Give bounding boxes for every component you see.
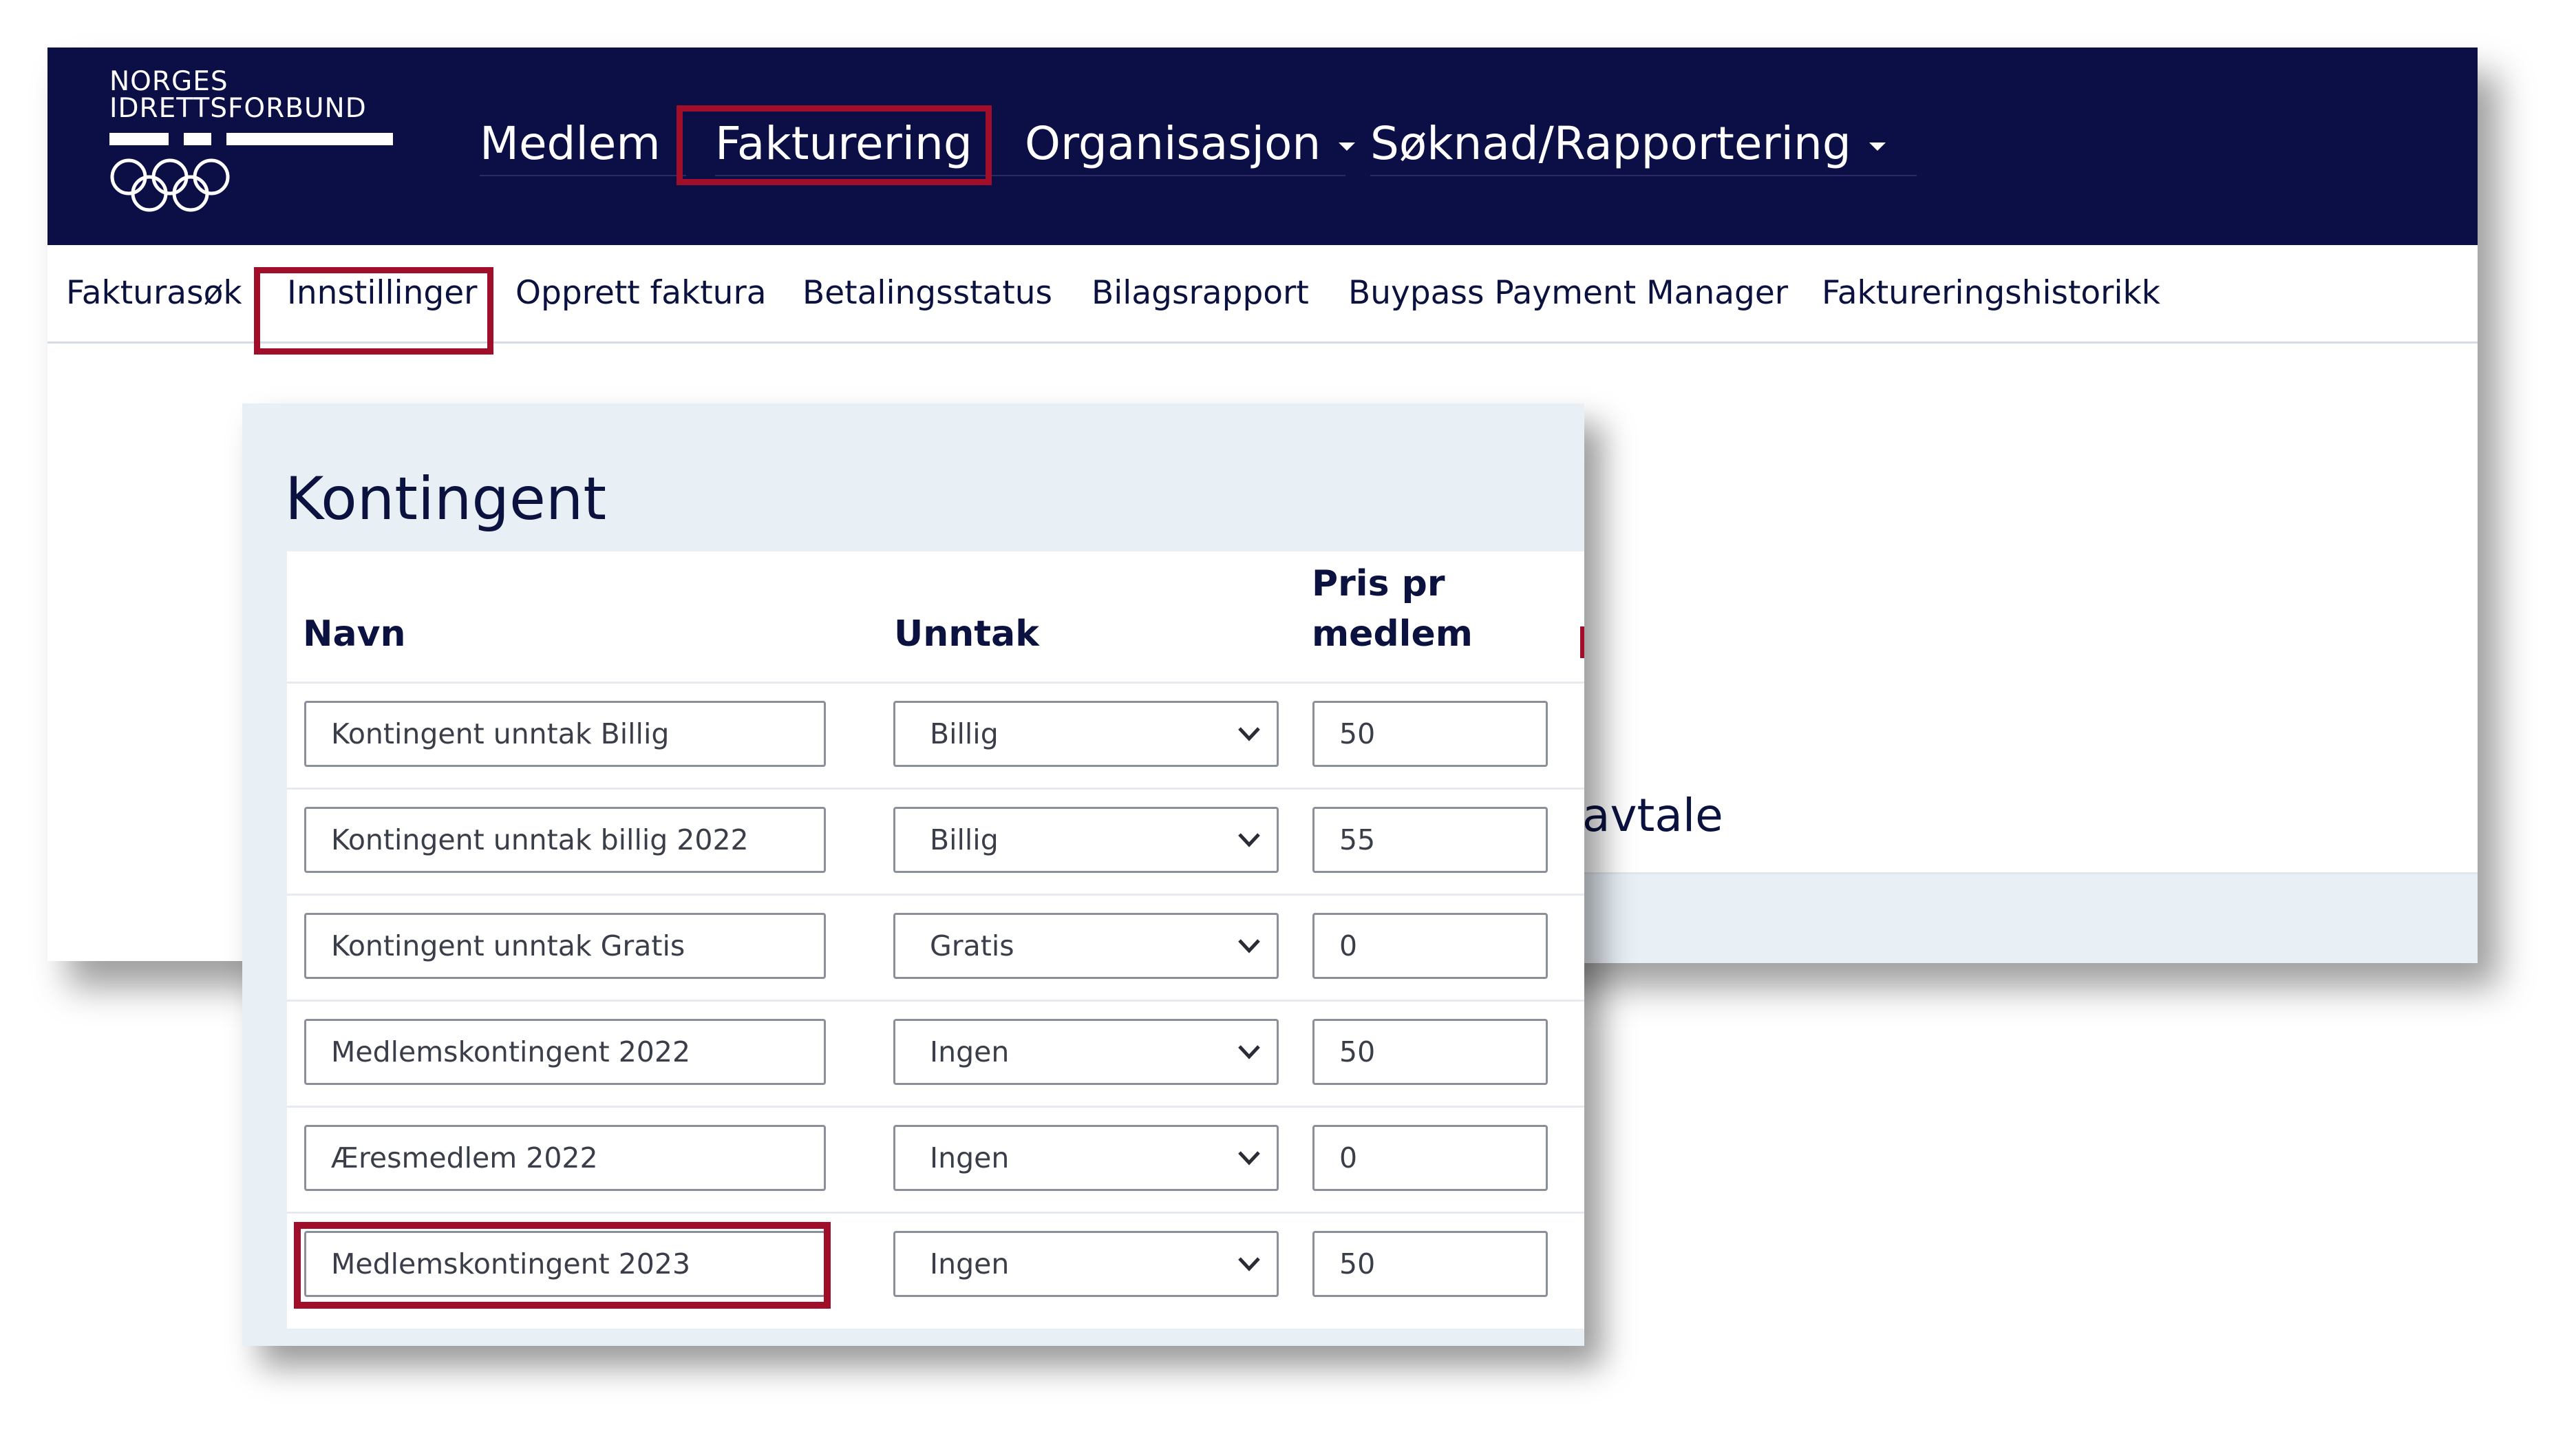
nif-logo[interactable]: NORGES IDRETTSFORBUND xyxy=(109,66,393,220)
nav-fakturering-highlight-box xyxy=(677,105,992,185)
navn-input[interactable] xyxy=(304,1019,826,1085)
pris-input[interactable] xyxy=(1312,701,1548,767)
olympic-rings-icon xyxy=(110,158,230,212)
table-row: Ingen xyxy=(287,1000,1584,1108)
unntak-select[interactable]: Ingen xyxy=(893,1231,1279,1297)
background-band xyxy=(1527,872,2478,963)
unntak-select-value: Ingen xyxy=(930,1035,1010,1068)
panel-title: Kontingent xyxy=(285,465,607,534)
table-row: Ingen xyxy=(287,1106,1584,1214)
navn-input[interactable] xyxy=(304,913,826,979)
nav-soknad-label: Søknad/Rapportering xyxy=(1370,117,1851,170)
chevron-down-icon xyxy=(1238,939,1260,953)
subnav-betalingsstatus[interactable]: Betalingsstatus xyxy=(802,273,1052,314)
subnav-fakturasok[interactable]: Fakturasøk xyxy=(66,273,242,314)
nav-soknad-rapportering[interactable]: Søknad/Rapportering xyxy=(1370,113,1917,176)
unntak-select-value: Ingen xyxy=(930,1247,1010,1280)
table-row: Billig xyxy=(287,682,1584,790)
sub-navigation: Fakturasøk Innstillinger Opprett faktura… xyxy=(47,245,2478,355)
unntak-select-value: Billig xyxy=(930,717,999,750)
subnav-faktureringshistorikk[interactable]: Faktureringshistorikk xyxy=(1822,273,2160,314)
column-header-pris-line2: medlem xyxy=(1312,613,1473,655)
chevron-down-icon xyxy=(1238,833,1260,847)
table-row: Gratis xyxy=(287,894,1584,1002)
nav-organisasjon[interactable]: Organisasjon xyxy=(1025,113,1356,176)
subnav-bilagsrapport[interactable]: Bilagsrapport xyxy=(1092,273,1309,314)
nav-organisasjon-label: Organisasjon xyxy=(1025,117,1321,170)
column-header-unntak: Unntak xyxy=(894,613,1039,655)
unntak-select[interactable]: Billig xyxy=(893,701,1279,767)
clipped-column-header-mark xyxy=(1580,626,1584,658)
chevron-down-icon xyxy=(1238,727,1260,741)
kontingent-table: Navn Unntak Pris pr medlem Billig Billig xyxy=(287,551,1584,1329)
row-medlemskontingent-2023-highlight-box xyxy=(294,1222,831,1309)
pris-input[interactable] xyxy=(1312,1125,1548,1191)
unntak-select[interactable]: Ingen xyxy=(893,1125,1279,1191)
chevron-down-icon xyxy=(1238,1045,1260,1059)
unntak-select-value: Billig xyxy=(930,823,999,856)
logo-text-line2: IDRETTSFORBUND xyxy=(109,93,367,124)
subnav-innstillinger-highlight-box xyxy=(254,267,493,355)
nav-medlem[interactable]: Medlem xyxy=(480,113,686,176)
pris-input[interactable] xyxy=(1312,1231,1548,1297)
unntak-select[interactable]: Gratis xyxy=(893,913,1279,979)
column-header-navn: Navn xyxy=(303,613,406,655)
chevron-down-icon xyxy=(1238,1257,1260,1272)
pris-input[interactable] xyxy=(1312,913,1548,979)
navn-input[interactable] xyxy=(304,807,826,873)
column-header-pris-line1: Pris pr xyxy=(1312,563,1445,604)
table-row: Billig xyxy=(287,788,1584,896)
subnav-opprett-faktura[interactable]: Opprett faktura xyxy=(515,273,767,314)
subnav-buypass-payment-manager[interactable]: Buypass Payment Manager xyxy=(1348,273,1788,314)
navn-input[interactable] xyxy=(304,1125,826,1191)
logo-bars xyxy=(109,133,393,145)
unntak-select-value: Ingen xyxy=(930,1141,1010,1174)
unntak-select[interactable]: Ingen xyxy=(893,1019,1279,1085)
caret-down-icon xyxy=(1339,142,1356,151)
caret-down-icon xyxy=(1869,142,1886,151)
kontingent-panel: Kontingent Navn Unntak Pris pr medlem Bi… xyxy=(242,403,1584,1346)
navn-input[interactable] xyxy=(304,701,826,767)
pris-input[interactable] xyxy=(1312,807,1548,873)
chevron-down-icon xyxy=(1238,1151,1260,1166)
logo-text-line1: NORGES xyxy=(109,66,228,97)
nav-medlem-label: Medlem xyxy=(480,117,661,170)
top-navigation-bar: NORGES IDRETTSFORBUND Medlem Fakturering… xyxy=(47,48,2478,245)
unntak-select-value: Gratis xyxy=(930,929,1014,962)
background-partial-text: avtale xyxy=(1582,789,1723,842)
pris-input[interactable] xyxy=(1312,1019,1548,1085)
unntak-select[interactable]: Billig xyxy=(893,807,1279,873)
